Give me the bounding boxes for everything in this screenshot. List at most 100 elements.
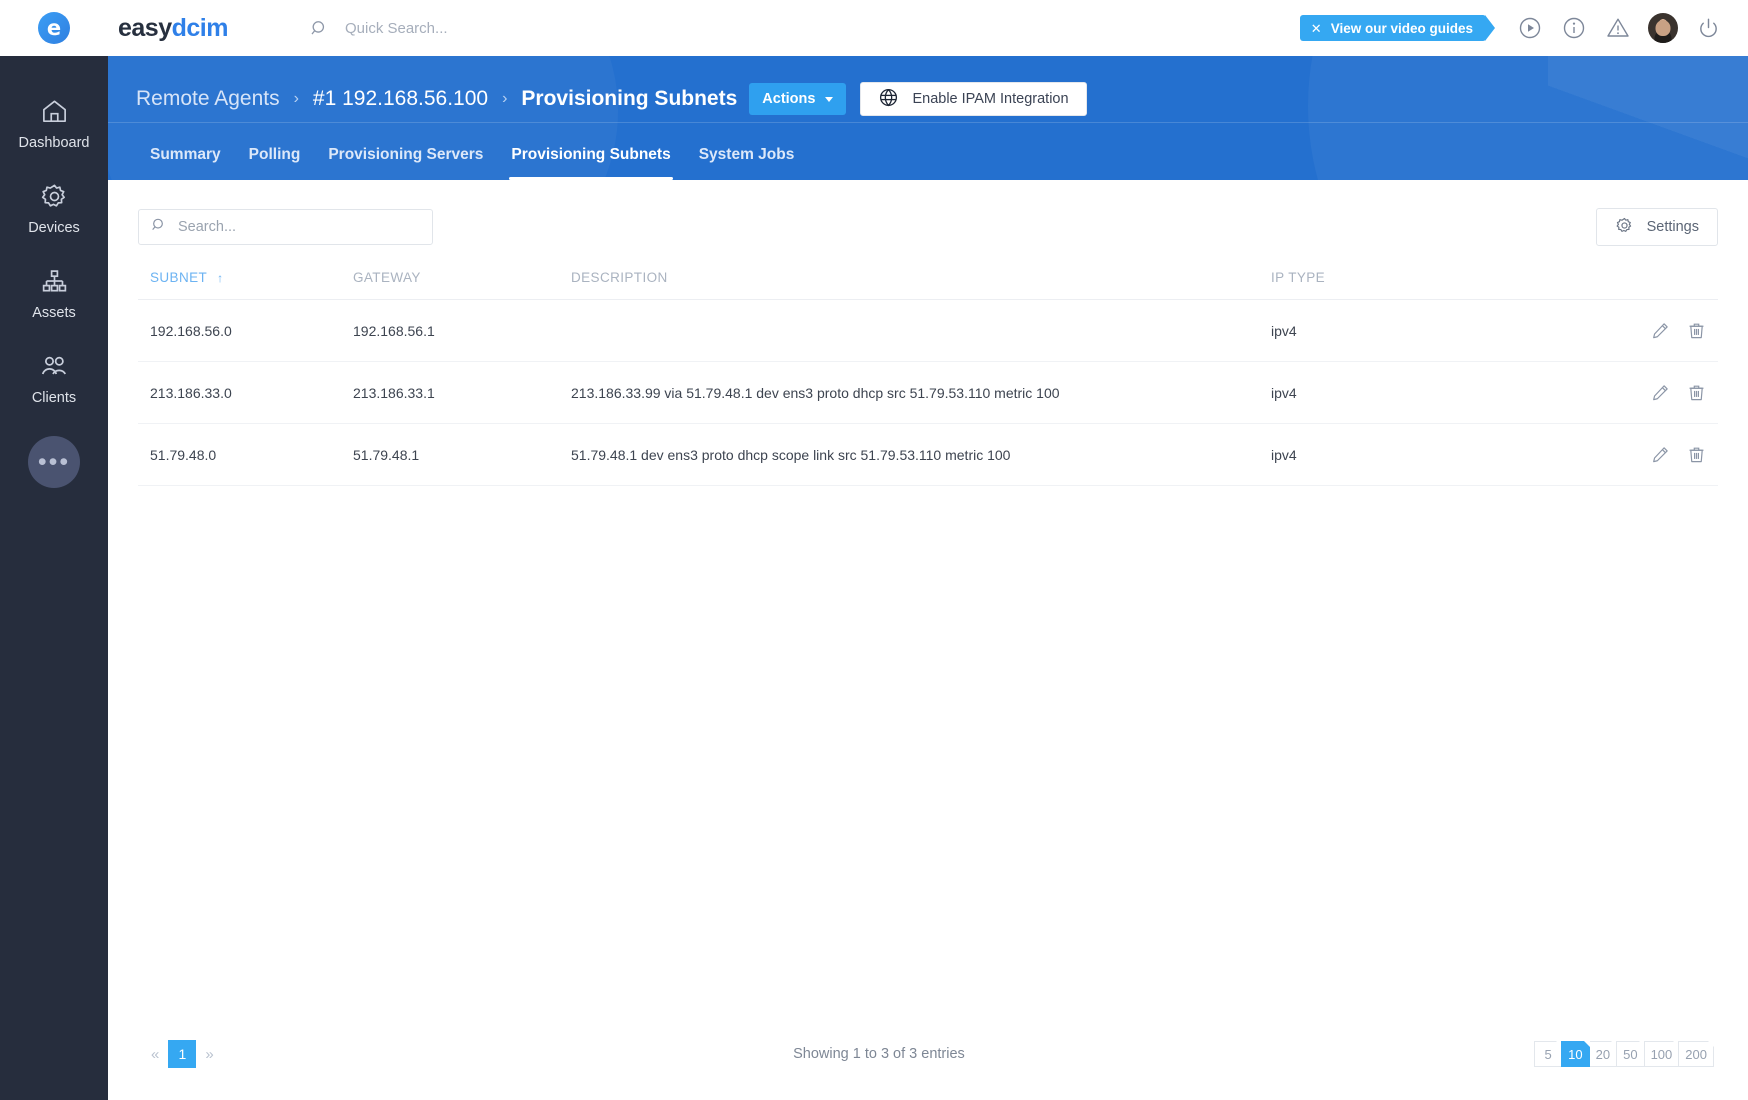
table-footer: « 1 » Showing 1 to 3 of 3 entries 5 10 2… — [108, 1038, 1748, 1100]
page-number-1[interactable]: 1 — [168, 1040, 197, 1068]
table-row: 51.79.48.0 51.79.48.1 51.79.48.1 dev ens… — [138, 423, 1718, 486]
column-header-ip-type[interactable]: IP TYPE — [1271, 270, 1421, 300]
tab-provisioning-subnets[interactable]: Provisioning Subnets — [497, 146, 684, 180]
sidebar-item-label: Devices — [28, 220, 80, 236]
cell-description: 213.186.33.99 via 51.79.48.1 dev ens3 pr… — [571, 361, 1271, 424]
enable-ipam-label: Enable IPAM Integration — [912, 91, 1069, 107]
ellipsis-icon: ••• — [37, 447, 71, 476]
column-header-gateway[interactable]: GATEWAY — [353, 270, 571, 300]
info-circle-icon[interactable] — [1552, 16, 1596, 40]
play-circle-icon[interactable] — [1508, 16, 1552, 40]
tab-label: Provisioning Subnets — [511, 146, 671, 163]
search-input[interactable] — [178, 219, 420, 235]
tab-polling[interactable]: Polling — [235, 146, 315, 180]
sitemap-icon — [40, 266, 69, 296]
logo[interactable]: e — [0, 12, 108, 44]
page-size-100[interactable]: 100 — [1643, 1041, 1680, 1067]
users-icon — [39, 351, 69, 381]
breadcrumb-item-remote-agents[interactable]: Remote Agents — [136, 87, 280, 111]
tab-label: Polling — [248, 146, 301, 163]
settings-button-label: Settings — [1646, 219, 1699, 235]
top-bar: e easydcim ✕ View our video guides — [0, 0, 1748, 56]
prev-page-button[interactable]: « — [142, 1046, 168, 1063]
table-header-row: SUBNET ↑ GATEWAY DESCRIPTION IP TYPE — [138, 270, 1718, 300]
delete-icon[interactable] — [1687, 445, 1706, 464]
actions-button[interactable]: Actions — [749, 83, 847, 115]
page-size-20[interactable]: 20 — [1588, 1041, 1618, 1067]
subnets-table: SUBNET ↑ GATEWAY DESCRIPTION IP TYPE 192… — [138, 270, 1718, 486]
home-icon — [40, 96, 69, 126]
power-icon[interactable] — [1686, 17, 1730, 40]
sidebar-item-devices[interactable]: Devices — [0, 165, 108, 250]
content-area: Settings SUBNET ↑ GATEWAY — [108, 180, 1748, 1038]
column-label: DESCRIPTION — [571, 270, 668, 285]
page-size-5[interactable]: 5 — [1534, 1041, 1563, 1067]
sidebar-item-label: Dashboard — [18, 135, 90, 151]
page-size-200[interactable]: 200 — [1678, 1041, 1714, 1067]
breadcrumb: Remote Agents › #1 192.168.56.100 › Prov… — [108, 56, 1748, 122]
app-root: e easydcim ✕ View our video guides — [0, 0, 1748, 1100]
row-actions — [1421, 321, 1706, 340]
pagination: « 1 » — [142, 1040, 223, 1068]
settings-button[interactable]: Settings — [1595, 208, 1718, 246]
breadcrumb-item-agent[interactable]: #1 192.168.56.100 — [313, 87, 488, 111]
edit-icon[interactable] — [1651, 321, 1670, 340]
quick-search[interactable] — [310, 19, 665, 38]
video-guides-banner[interactable]: ✕ View our video guides — [1299, 15, 1496, 41]
table-row: 192.168.56.0 192.168.56.1 ipv4 — [138, 299, 1718, 362]
edit-icon[interactable] — [1651, 445, 1670, 464]
body: Dashboard Devices Assets Clients ••• Rem… — [0, 56, 1748, 1100]
page-header: Remote Agents › #1 192.168.56.100 › Prov… — [108, 56, 1748, 180]
table-toolbar: Settings — [138, 180, 1718, 246]
sidebar-more-button[interactable]: ••• — [28, 436, 80, 488]
page-title: Provisioning Subnets — [521, 87, 738, 110]
cell-gateway: 51.79.48.1 — [353, 423, 571, 486]
sidebar-item-label: Assets — [32, 305, 76, 321]
chevron-right-icon: › — [293, 90, 299, 107]
cell-description — [571, 299, 1271, 362]
top-bar-actions: ✕ View our video guides — [1299, 13, 1748, 43]
column-header-actions — [1421, 270, 1718, 300]
easydcim-logo-icon: e — [38, 12, 70, 44]
close-icon[interactable]: ✕ — [1311, 22, 1322, 35]
table-body: 192.168.56.0 192.168.56.1 ipv4 213.186.3… — [138, 299, 1718, 486]
tab-system-jobs[interactable]: System Jobs — [685, 146, 809, 180]
tab-label: System Jobs — [698, 146, 795, 163]
quick-search-input[interactable] — [344, 19, 665, 37]
column-header-description[interactable]: DESCRIPTION — [571, 270, 1271, 300]
warning-triangle-icon[interactable] — [1596, 16, 1640, 40]
sidebar-item-clients[interactable]: Clients — [0, 335, 108, 420]
delete-icon[interactable] — [1687, 383, 1706, 402]
table-head: SUBNET ↑ GATEWAY DESCRIPTION IP TYPE — [138, 270, 1718, 300]
cell-ip-type: ipv4 — [1271, 299, 1421, 362]
edit-icon[interactable] — [1651, 383, 1670, 402]
tab-summary[interactable]: Summary — [136, 146, 235, 180]
next-page-button[interactable]: » — [196, 1046, 222, 1063]
row-actions — [1421, 383, 1706, 402]
chevron-right-icon: › — [502, 90, 508, 107]
sidebar-item-assets[interactable]: Assets — [0, 250, 108, 335]
delete-icon[interactable] — [1687, 321, 1706, 340]
tab-label: Provisioning Servers — [328, 146, 484, 163]
cell-gateway: 213.186.33.1 — [353, 361, 571, 424]
avatar[interactable] — [1648, 13, 1678, 43]
search-box[interactable] — [138, 209, 433, 245]
sidebar-item-dashboard[interactable]: Dashboard — [0, 80, 108, 165]
cell-ip-type: ipv4 — [1271, 423, 1421, 486]
page-size-50[interactable]: 50 — [1616, 1041, 1646, 1067]
sort-asc-icon: ↑ — [217, 271, 224, 285]
gear-icon — [40, 181, 69, 211]
column-header-subnet[interactable]: SUBNET ↑ — [138, 270, 353, 300]
page-size-selector: 5 10 20 50 100 200 — [1534, 1041, 1714, 1067]
tab-label: Summary — [150, 146, 221, 163]
cell-actions — [1421, 423, 1718, 486]
cell-subnet: 192.168.56.0 — [138, 299, 353, 362]
page-size-10[interactable]: 10 — [1561, 1041, 1591, 1067]
tabs: Summary Polling Provisioning Servers Pro… — [108, 122, 1748, 180]
enable-ipam-integration-button[interactable]: Enable IPAM Integration — [860, 82, 1087, 116]
sidebar-item-label: Clients — [31, 390, 77, 406]
actions-button-label: Actions — [762, 91, 816, 107]
search-icon — [151, 217, 167, 238]
cell-subnet: 51.79.48.0 — [138, 423, 353, 486]
tab-provisioning-servers[interactable]: Provisioning Servers — [314, 146, 497, 180]
